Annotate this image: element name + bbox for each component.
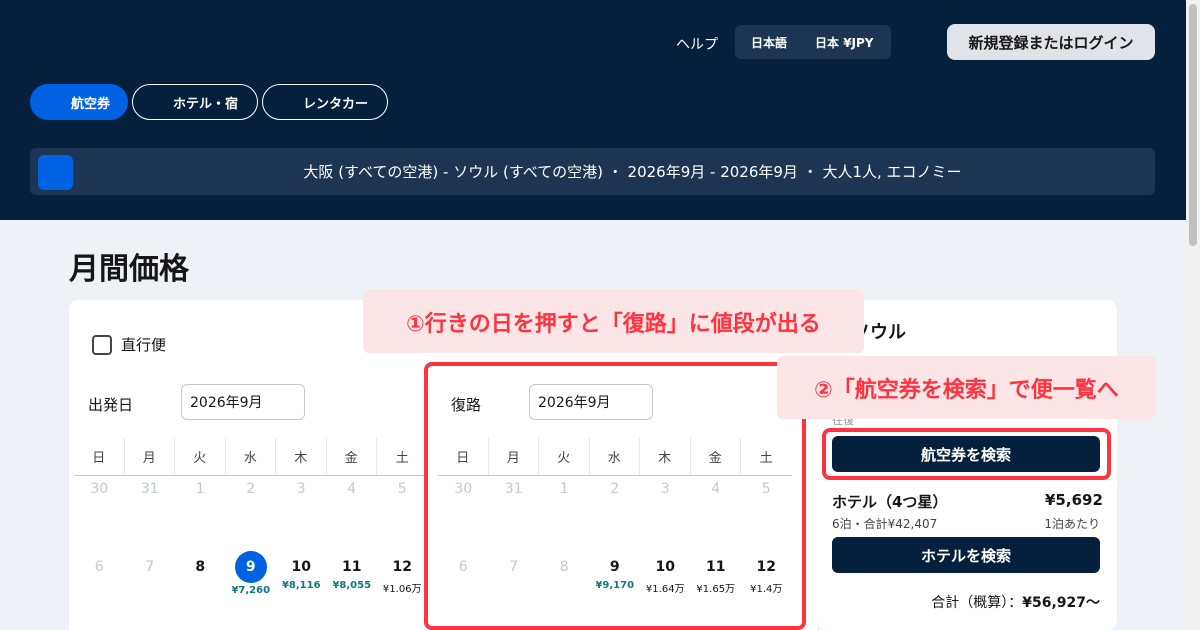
day-number: 31 <box>140 481 159 497</box>
plane-icon <box>45 93 63 111</box>
day-number: 1 <box>195 481 205 497</box>
outbound-label: 出発日 <box>88 396 134 414</box>
day-number: 2 <box>246 481 256 497</box>
weekday-label: 火 <box>175 438 226 475</box>
day-number: 30 <box>90 481 109 497</box>
inbound-highlight-box <box>424 362 806 630</box>
day-number: 7 <box>145 559 155 575</box>
calendar-day: 1 <box>175 476 226 534</box>
hotel-price: ¥5,692 <box>1045 491 1103 509</box>
locale-selector[interactable]: 日本語 日本 ¥JPY <box>735 25 891 59</box>
day-price: ¥1.06万 <box>382 584 422 595</box>
day-number: 5 <box>397 481 407 497</box>
search-edit-icon[interactable] <box>38 155 73 190</box>
direct-only-toggle[interactable]: 直行便 <box>92 334 166 355</box>
tab-hotels-label: ホテル・宿 <box>173 96 239 112</box>
day-number: 12 <box>392 559 412 575</box>
calendar-day: 2 <box>226 476 277 534</box>
scrollbar-thumb[interactable] <box>1189 4 1197 246</box>
calendar-day[interactable]: 9 ¥7,260 <box>226 534 277 596</box>
calendar-day: 30 <box>74 476 125 534</box>
total-label: 合計（概算）： <box>931 595 1023 611</box>
day-number: 3 <box>296 481 306 497</box>
day-number: 10 <box>291 559 311 575</box>
weekday-label: 金 <box>327 438 377 475</box>
hotel-title: ホテル（4つ星） <box>832 493 948 511</box>
selected-day-number: 9 <box>234 551 267 583</box>
day-number: 6 <box>94 559 104 575</box>
annotation-note-1: ①行きの日を押すと「復路」に値段が出る <box>363 290 864 353</box>
help-link[interactable]: ヘルプ <box>676 34 718 54</box>
total-value: ¥56,927〜 <box>1022 595 1100 611</box>
search-summary-text: 大阪 (すべての空港) - ソウル (すべての空港) ・ 2026年9月 - 2… <box>303 163 962 181</box>
day-number: 11 <box>342 559 362 575</box>
tab-car-rental[interactable]: レンタカー <box>262 84 388 120</box>
weekday-label: 土 <box>395 451 409 466</box>
direct-only-checkbox[interactable] <box>92 334 112 355</box>
outbound-week-row: 6 7 8 9 ¥7,260 10 ¥8,116 11 ¥8,055 12 ¥1.06万 <box>74 534 428 596</box>
day-number: 4 <box>347 481 357 497</box>
weekday-label: 木 <box>276 438 327 475</box>
direct-only-label: 直行便 <box>121 336 167 354</box>
search-hotels-button[interactable]: ホテルを検索 <box>832 537 1100 573</box>
outbound-week-row: 30 31 1 2 3 4 5 <box>74 476 428 534</box>
day-price: ¥7,260 <box>231 585 271 596</box>
weekday-label: 月 <box>125 438 175 475</box>
page-title: 月間価格 <box>69 252 189 287</box>
calendar-day[interactable]: 8 <box>175 534 226 592</box>
weekday-label: 水 <box>226 438 276 475</box>
outbound-month-select[interactable]: 2026年9月 <box>181 384 305 420</box>
weekday-label: 日 <box>74 438 125 475</box>
estimated-total: 合計（概算）：¥56,927〜 <box>900 592 1100 612</box>
bed-icon <box>147 93 165 111</box>
region-currency-label: 日本 ¥JPY <box>815 35 874 50</box>
annotation-note-2: ②「航空券を検索」で便一覧へ <box>777 356 1156 419</box>
search-summary-bar[interactable]: 大阪 (すべての空港) - ソウル (すべての空港) ・ 2026年9月 - 2… <box>30 148 1155 195</box>
tab-flights-label: 航空券 <box>71 96 111 112</box>
calendar-day[interactable]: 11 ¥8,055 <box>327 534 378 592</box>
calendar-day: 5 <box>377 476 428 534</box>
page-scrollbar[interactable] <box>1186 0 1200 630</box>
hotel-nights-total: 6泊・合計¥42,407 <box>832 517 938 531</box>
day-price: ¥8,116 <box>281 580 321 591</box>
car-icon <box>277 93 295 111</box>
outbound-weekday-header: 日月火水木金 土 <box>74 438 428 476</box>
hotel-per-night-label: 1泊あたり <box>1044 517 1100 531</box>
outbound-calendar: 日月火水木金土 30 31 1 2 3 4 5 6 7 8 9 ¥7,260 10 ¥8,116 11 ¥8,0… <box>74 438 428 596</box>
calendar-day: 4 <box>327 476 378 534</box>
calendar-day: 31 <box>125 476 176 534</box>
calendar-day[interactable]: 10 ¥8,116 <box>276 534 327 592</box>
day-number: 8 <box>195 559 206 575</box>
language-label: 日本語 <box>751 35 788 50</box>
tab-hotels[interactable]: ホテル・宿 <box>132 84 258 120</box>
site-header: ヘルプ 日本語 日本 ¥JPY 新規登録またはログイン 航空券 ホテル・宿 レン… <box>0 0 1200 220</box>
login-button[interactable]: 新規登録またはログイン <box>947 24 1155 60</box>
tab-flights[interactable]: 航空券 <box>30 84 128 120</box>
calendar-day: 7 <box>125 534 176 592</box>
tab-car-rental-label: レンタカー <box>303 96 369 112</box>
search-flights-highlight-box <box>822 428 1111 480</box>
calendar-day[interactable]: 12 ¥1.06万 <box>377 534 428 595</box>
calendar-day: 3 <box>276 476 327 534</box>
calendar-day: 6 <box>74 534 125 592</box>
day-price: ¥8,055 <box>332 580 372 591</box>
